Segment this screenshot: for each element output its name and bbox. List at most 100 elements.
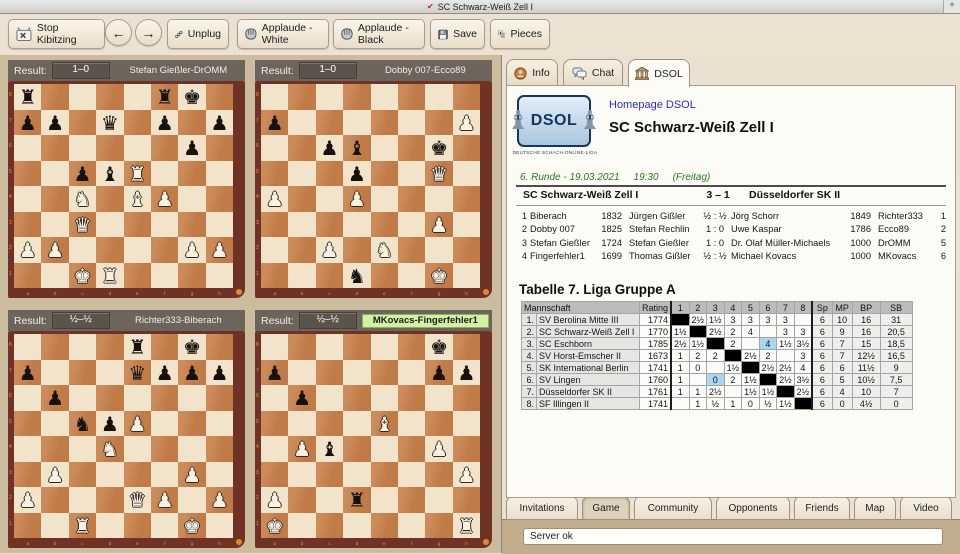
board-square-f1[interactable] xyxy=(151,513,178,539)
board-square-e8[interactable] xyxy=(371,84,398,110)
board-square-a1[interactable] xyxy=(14,263,41,289)
tab-info[interactable]: Info xyxy=(506,59,558,86)
board-square-b2[interactable] xyxy=(41,487,68,513)
board-square-c6[interactable] xyxy=(69,135,96,161)
chess-piece-wN[interactable]: ♞ xyxy=(371,237,398,263)
chess-piece-wK[interactable]: ♚ xyxy=(69,263,96,289)
board-square-b4[interactable] xyxy=(288,186,315,212)
board-square-h2[interactable] xyxy=(453,487,480,513)
board-square-f5[interactable] xyxy=(398,161,425,187)
board-square-d3[interactable] xyxy=(343,212,370,238)
board-square-f3[interactable] xyxy=(151,212,178,238)
board-square-h1[interactable] xyxy=(206,263,233,289)
board-square-a6[interactable] xyxy=(261,385,288,411)
board-square-h5[interactable] xyxy=(453,411,480,437)
chess-piece-wB[interactable]: ♝ xyxy=(371,411,398,437)
board-square-d4[interactable] xyxy=(343,436,370,462)
board-square-e3[interactable] xyxy=(124,462,151,488)
board-square-c2[interactable] xyxy=(69,237,96,263)
chess-piece-bP[interactable]: ♟ xyxy=(151,360,178,386)
chess-piece-bB[interactable]: ♝ xyxy=(316,436,343,462)
applaude-white-button[interactable]: Applaude - White xyxy=(237,19,329,49)
chess-piece-wB[interactable]: ♝ xyxy=(124,186,151,212)
board-square-e7[interactable] xyxy=(124,110,151,136)
board-square-h3[interactable] xyxy=(453,212,480,238)
board-square-c4[interactable] xyxy=(69,436,96,462)
bottom-tab-invitations[interactable]: Invitations xyxy=(506,496,578,520)
board-square-h5[interactable] xyxy=(206,411,233,437)
board-square-b8[interactable] xyxy=(288,334,315,360)
board-square-h1[interactable] xyxy=(206,513,233,539)
chess-piece-bB[interactable]: ♝ xyxy=(96,161,123,187)
board-square-b1[interactable] xyxy=(41,263,68,289)
back-button[interactable]: ← xyxy=(105,19,132,46)
chess-piece-bP[interactable]: ♟ xyxy=(151,110,178,136)
board-square-d2[interactable] xyxy=(343,237,370,263)
board-square-h8[interactable] xyxy=(453,334,480,360)
board-square-e6[interactable] xyxy=(124,385,151,411)
board-square-e3[interactable] xyxy=(371,212,398,238)
board-square-a1[interactable] xyxy=(261,263,288,289)
board-square-h8[interactable] xyxy=(206,84,233,110)
chess-piece-bP[interactable]: ♟ xyxy=(69,161,96,187)
window-plus-button[interactable]: + xyxy=(943,0,960,13)
board-square-d3[interactable] xyxy=(96,212,123,238)
chess-piece-bP[interactable]: ♟ xyxy=(41,385,68,411)
board-square-e3[interactable] xyxy=(124,212,151,238)
board-square-c5[interactable] xyxy=(316,161,343,187)
board-square-b8[interactable] xyxy=(41,334,68,360)
board-square-c1[interactable] xyxy=(316,513,343,539)
forward-button[interactable]: → xyxy=(135,19,162,46)
board-square-g6[interactable] xyxy=(178,385,205,411)
chess-piece-wP[interactable]: ♟ xyxy=(14,487,41,513)
board-square-f4[interactable] xyxy=(398,436,425,462)
chess-piece-bK[interactable]: ♚ xyxy=(178,84,205,110)
board-square-g4[interactable] xyxy=(178,186,205,212)
board-square-g2[interactable] xyxy=(178,487,205,513)
board-square-c8[interactable] xyxy=(69,334,96,360)
board-square-f7[interactable] xyxy=(398,110,425,136)
chess-piece-wP[interactable]: ♟ xyxy=(316,237,343,263)
chess-piece-bP[interactable]: ♟ xyxy=(178,135,205,161)
status-input[interactable] xyxy=(523,528,943,545)
chess-piece-bK[interactable]: ♚ xyxy=(425,135,452,161)
board-square-a1[interactable] xyxy=(14,513,41,539)
board-square-b6[interactable] xyxy=(288,135,315,161)
chess-piece-bP[interactable]: ♟ xyxy=(96,411,123,437)
board-square-d7[interactable] xyxy=(343,360,370,386)
board-square-a8[interactable] xyxy=(261,334,288,360)
board-square-d2[interactable] xyxy=(96,487,123,513)
chess-piece-wP[interactable]: ♟ xyxy=(206,487,233,513)
board-square-b5[interactable] xyxy=(41,161,68,187)
board-square-f2[interactable] xyxy=(398,487,425,513)
board-square-g3[interactable] xyxy=(425,462,452,488)
chess-piece-wK[interactable]: ♚ xyxy=(261,513,288,539)
tab-dsol[interactable]: DSOL xyxy=(628,59,690,87)
board-square-e7[interactable] xyxy=(371,360,398,386)
board-square-h8[interactable] xyxy=(453,84,480,110)
board-square-c7[interactable] xyxy=(69,360,96,386)
board-square-h3[interactable] xyxy=(206,462,233,488)
board-square-e6[interactable] xyxy=(124,135,151,161)
board-square-f1[interactable] xyxy=(151,263,178,289)
board-square-g5[interactable] xyxy=(178,411,205,437)
chess-piece-wK[interactable]: ♚ xyxy=(178,513,205,539)
board-square-a3[interactable] xyxy=(261,212,288,238)
board-square-h4[interactable] xyxy=(453,186,480,212)
board-square-b3[interactable] xyxy=(41,212,68,238)
board-square-h4[interactable] xyxy=(206,186,233,212)
chess-piece-bP[interactable]: ♟ xyxy=(41,110,68,136)
board-square-d3[interactable] xyxy=(343,462,370,488)
board-square-h4[interactable] xyxy=(453,436,480,462)
board-square-c7[interactable] xyxy=(69,110,96,136)
game-title[interactable]: Stefan Gießler-DrOMM xyxy=(115,65,242,76)
board-square-f1[interactable] xyxy=(398,513,425,539)
bottom-tab-community[interactable]: Community xyxy=(634,496,712,520)
board-square-e1[interactable] xyxy=(371,263,398,289)
board-square-f4[interactable] xyxy=(398,186,425,212)
board-square-b8[interactable] xyxy=(288,84,315,110)
board-square-c7[interactable] xyxy=(316,110,343,136)
board-square-f6[interactable] xyxy=(151,385,178,411)
bottom-tab-video[interactable]: Video xyxy=(900,496,952,520)
game-title[interactable]: Richter333-Biberach xyxy=(115,315,242,326)
